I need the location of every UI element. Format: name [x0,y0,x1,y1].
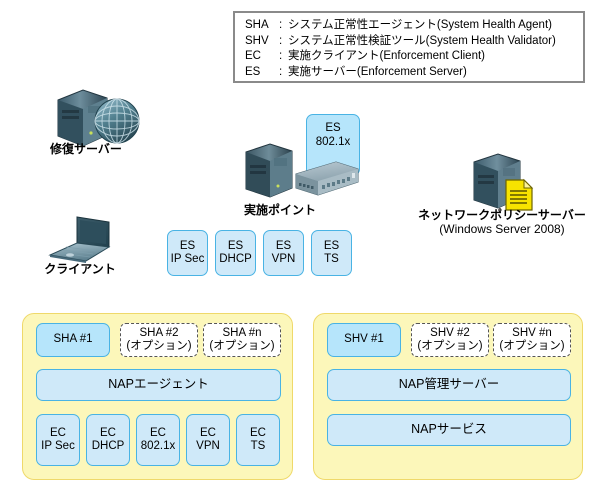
sha-optional-line1: SHA #2 [139,326,179,339]
sha-optional-box-n: SHA #n (オプション) [203,323,281,357]
legend-colon: : [279,19,283,31]
es-box-line2: DHCP [219,253,252,265]
ec-box-ts: EC TS [236,414,280,466]
legend-box: SHA : システム正常性エージェント(System Health Agent)… [233,11,585,83]
ec-box-line2: 802.1x [140,440,176,452]
legend-description: 実施サーバー(Enforcement Server) [288,65,467,78]
sha-primary-box: SHA #1 [36,323,110,357]
ec-box-line1: EC [250,426,266,439]
ec-box-line2: VPN [196,440,220,452]
sha-optional-line1: SHA #n [222,326,262,339]
es-box-line2: TS [324,253,339,265]
shv-optional-line1: SHV #2 [430,326,470,339]
es-box-line1: ES [275,239,292,252]
diagram-canvas: SHA : システム正常性エージェント(System Health Agent)… [0,0,600,500]
server-document-icon [462,152,542,214]
es-box-dhcp: ES DHCP [215,230,256,276]
nap-agent-box: NAPエージェント [36,369,281,401]
es-box-ipsec: ES IP Sec [167,230,208,276]
client-label: クライアント [44,262,116,276]
legend-description: システム正常性エージェント(System Health Agent) [288,19,552,31]
es-box-line1: ES [323,239,340,252]
es-box-ts: ES TS [311,230,352,276]
shv-optional-line2: (オプション) [417,340,483,352]
es-8021x-line1: ES [325,122,341,134]
legend-colon: : [279,34,283,47]
legend-row: SHV : システム正常性検証ツール(System Health Validat… [245,34,583,50]
shv-optional-line1: SHV #n [512,326,552,339]
es-box-line1: ES [179,239,196,252]
legend-abbr: SHA [245,19,269,31]
shv-optional-box-n: SHV #n (オプション) [493,323,571,357]
ec-box-vpn: EC VPN [186,414,230,466]
ec-box-line1: EC [200,426,216,439]
policy-server-sublabel: (Windows Server 2008) [439,222,565,236]
ec-box-line1: EC [50,426,66,439]
nap-service-box: NAPサービス [327,414,571,446]
server-switch-icon [240,142,360,204]
legend-abbr: SHV [245,34,269,47]
sha-optional-line2: (オプション) [126,340,192,352]
nap-admin-server-box: NAP管理サーバー [327,369,571,401]
shv-primary-box: SHV #1 [327,323,401,357]
remediation-server-label: 修復サーバー [50,142,122,156]
legend-colon: : [279,65,283,78]
legend-description: 実施クライアント(Enforcement Client) [288,50,485,62]
sha-optional-box-2: SHA #2 (オプション) [120,323,198,357]
ec-box-line2: IP Sec [41,440,75,452]
legend-description: システム正常性検証ツール(System Health Validator) [288,34,556,47]
ec-box-line2: TS [250,440,266,452]
legend-row: EC : 実施クライアント(Enforcement Client) [245,49,583,65]
es-box-line1: ES [227,239,244,252]
ec-box-ipsec: EC IP Sec [36,414,80,466]
legend-row: ES : 実施サーバー(Enforcement Server) [245,65,583,81]
enforcement-point-label: 実施ポイント [243,203,316,217]
shv-optional-line2: (オプション) [499,340,565,352]
laptop-icon [44,216,120,264]
legend-abbr: EC [245,50,261,62]
sha-optional-line2: (オプション) [209,340,275,352]
legend-row: SHA : システム正常性エージェント(System Health Agent) [245,18,583,34]
legend-abbr: ES [245,65,261,78]
legend-colon: : [279,50,283,62]
ec-box-line1: EC [150,426,166,439]
shv-optional-box-2: SHV #2 (オプション) [411,323,489,357]
policy-server-label: ネットワークポリシーサーバー [418,208,586,222]
ec-box-line2: DHCP [91,440,125,452]
ec-box-dhcp: EC DHCP [86,414,130,466]
es-box-line2: VPN [271,253,296,265]
ec-box-line1: EC [100,426,116,439]
es-box-vpn: ES VPN [263,230,304,276]
ec-box-8021x: EC 802.1x [136,414,180,466]
es-box-line2: IP Sec [170,253,205,265]
server-globe-icon [50,88,146,150]
